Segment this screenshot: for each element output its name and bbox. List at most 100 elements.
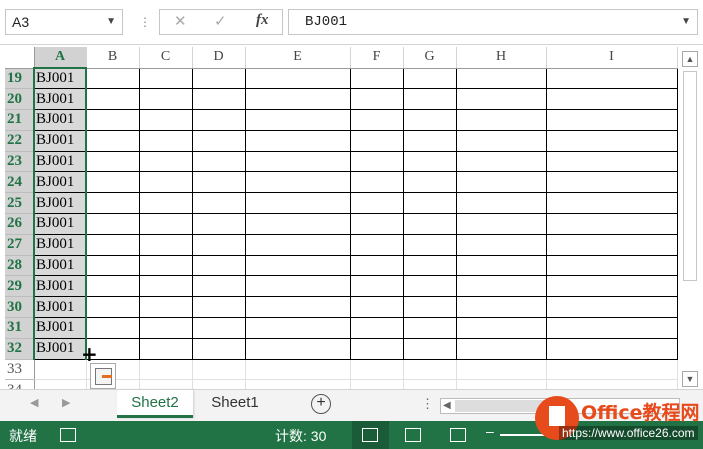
cell[interactable] bbox=[245, 192, 351, 215]
cell[interactable] bbox=[245, 109, 351, 131]
cell[interactable] bbox=[192, 171, 246, 194]
cell[interactable]: BJ001 bbox=[34, 192, 87, 215]
cell[interactable] bbox=[456, 234, 547, 256]
scroll-left-icon[interactable]: ◀ bbox=[443, 399, 451, 413]
cell[interactable] bbox=[546, 151, 678, 173]
vertical-scroll-thumb[interactable] bbox=[683, 71, 697, 281]
cell[interactable]: BJ001 bbox=[34, 213, 87, 235]
cell[interactable] bbox=[403, 109, 457, 131]
cell[interactable] bbox=[546, 171, 678, 194]
cell[interactable] bbox=[403, 192, 457, 215]
row-header[interactable]: 20 bbox=[5, 88, 35, 111]
cell[interactable] bbox=[139, 234, 193, 256]
tab-splitter-icon[interactable]: ⋮ bbox=[421, 396, 434, 412]
cell[interactable]: BJ001 bbox=[34, 68, 87, 90]
cell[interactable] bbox=[192, 296, 246, 319]
cell[interactable] bbox=[350, 151, 404, 173]
column-header[interactable]: F bbox=[350, 47, 404, 69]
cell[interactable] bbox=[34, 359, 87, 381]
cell[interactable] bbox=[86, 275, 140, 298]
cell[interactable] bbox=[456, 68, 547, 90]
cell[interactable] bbox=[139, 275, 193, 298]
cell[interactable] bbox=[456, 359, 547, 381]
row-header[interactable]: 25 bbox=[5, 192, 35, 215]
row-header[interactable]: 29 bbox=[5, 275, 35, 298]
cell[interactable] bbox=[192, 213, 246, 235]
scroll-down-icon[interactable]: ▼ bbox=[682, 371, 698, 387]
cell[interactable] bbox=[139, 359, 193, 381]
cell[interactable]: BJ001 bbox=[34, 234, 87, 256]
row-header[interactable]: 32 bbox=[5, 338, 35, 360]
row-header[interactable]: 31 bbox=[5, 317, 35, 339]
cell[interactable] bbox=[403, 130, 457, 152]
cell[interactable] bbox=[350, 275, 404, 298]
page-break-view-icon[interactable] bbox=[450, 428, 466, 442]
cell[interactable] bbox=[139, 317, 193, 339]
column-header[interactable]: A bbox=[34, 47, 87, 69]
cell[interactable] bbox=[546, 296, 678, 319]
cell[interactable] bbox=[350, 130, 404, 152]
cell[interactable]: BJ001 bbox=[34, 317, 87, 339]
cell[interactable] bbox=[456, 379, 547, 389]
cell[interactable] bbox=[350, 171, 404, 194]
row-header[interactable]: 27 bbox=[5, 234, 35, 256]
cell[interactable] bbox=[546, 317, 678, 339]
column-header[interactable]: G bbox=[403, 47, 457, 69]
cell[interactable] bbox=[546, 192, 678, 215]
column-header[interactable]: D bbox=[192, 47, 246, 69]
cell[interactable]: BJ001 bbox=[34, 255, 87, 277]
cell[interactable] bbox=[34, 379, 87, 389]
cell[interactable]: BJ001 bbox=[34, 109, 87, 131]
cell[interactable] bbox=[192, 192, 246, 215]
cell[interactable] bbox=[350, 255, 404, 277]
cell[interactable] bbox=[192, 359, 246, 381]
macro-record-icon[interactable] bbox=[60, 428, 76, 442]
cell[interactable] bbox=[403, 68, 457, 90]
row-header[interactable]: 23 bbox=[5, 151, 35, 173]
cell[interactable] bbox=[192, 68, 246, 90]
cell[interactable] bbox=[456, 275, 547, 298]
cell[interactable] bbox=[456, 88, 547, 111]
cell[interactable] bbox=[403, 379, 457, 389]
cell[interactable]: BJ001 bbox=[34, 296, 87, 319]
cell[interactable] bbox=[139, 68, 193, 90]
cancel-icon[interactable]: ✕ bbox=[174, 12, 187, 30]
column-header[interactable]: H bbox=[456, 47, 547, 69]
scroll-up-icon[interactable]: ▲ bbox=[682, 51, 698, 67]
more-options-icon[interactable]: ⋮ bbox=[139, 12, 151, 32]
column-header[interactable]: C bbox=[139, 47, 193, 69]
cell[interactable] bbox=[86, 296, 140, 319]
cell[interactable] bbox=[456, 255, 547, 277]
cell[interactable] bbox=[245, 171, 351, 194]
cell[interactable] bbox=[546, 68, 678, 90]
row-header[interactable]: 30 bbox=[5, 296, 35, 319]
row-header[interactable]: 33 bbox=[5, 359, 35, 381]
cell[interactable] bbox=[86, 151, 140, 173]
cell[interactable] bbox=[403, 151, 457, 173]
cell[interactable] bbox=[86, 234, 140, 256]
cell[interactable] bbox=[192, 379, 246, 389]
normal-view-button[interactable] bbox=[352, 421, 389, 449]
cell[interactable] bbox=[546, 130, 678, 152]
row-header[interactable]: 26 bbox=[5, 213, 35, 235]
cell[interactable] bbox=[86, 192, 140, 215]
cell[interactable] bbox=[245, 379, 351, 389]
cell[interactable] bbox=[546, 379, 678, 389]
cell[interactable] bbox=[245, 68, 351, 90]
row-header[interactable]: 28 bbox=[5, 255, 35, 277]
cell[interactable] bbox=[245, 234, 351, 256]
cell[interactable] bbox=[86, 213, 140, 235]
cell[interactable] bbox=[546, 234, 678, 256]
enter-check-icon[interactable]: ✓ bbox=[214, 12, 227, 30]
tab-sheet1[interactable]: Sheet1 bbox=[198, 390, 272, 418]
cell[interactable] bbox=[245, 130, 351, 152]
cell[interactable] bbox=[350, 234, 404, 256]
cell[interactable] bbox=[403, 296, 457, 319]
cell[interactable] bbox=[86, 109, 140, 131]
cell[interactable] bbox=[403, 359, 457, 381]
cell[interactable] bbox=[86, 68, 140, 90]
cell[interactable]: BJ001 bbox=[34, 275, 87, 298]
cell[interactable] bbox=[192, 317, 246, 339]
cell[interactable] bbox=[546, 359, 678, 381]
cell[interactable] bbox=[86, 130, 140, 152]
